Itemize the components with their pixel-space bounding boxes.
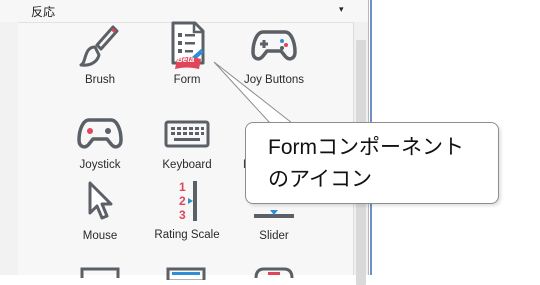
callout-pointer-mask [269,123,291,125]
